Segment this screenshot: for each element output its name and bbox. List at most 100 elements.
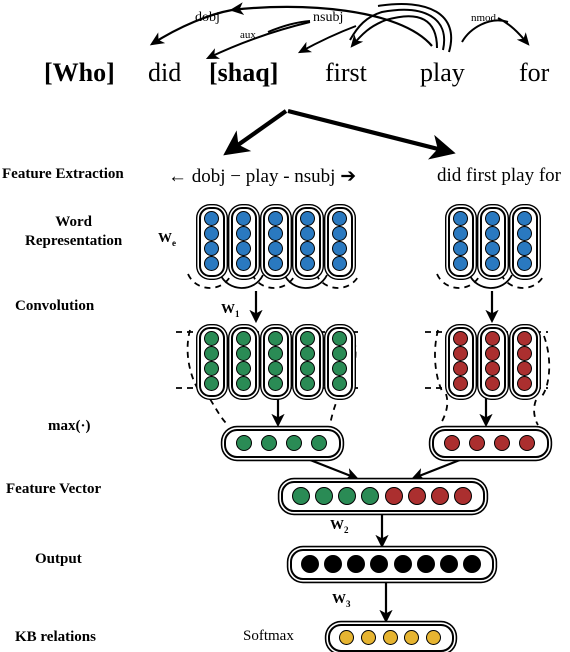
conv-column-right-1 — [480, 327, 506, 397]
neuron-cell — [235, 361, 251, 376]
neuron-cell — [484, 226, 500, 241]
neuron-cell — [338, 486, 357, 505]
weight-sub-1: 1 — [235, 308, 240, 319]
neuron-cell — [452, 361, 468, 376]
neuron-cell — [331, 241, 347, 256]
neuron-cell — [404, 629, 420, 645]
arc-label-dobj: dobj — [195, 10, 220, 25]
conv-arrows — [249, 291, 499, 324]
neuron-cell — [299, 376, 315, 391]
weight-sub-2: 2 — [344, 524, 349, 535]
neuron-cell — [235, 211, 251, 226]
neuron-cell — [452, 256, 468, 271]
neuron-cell — [331, 226, 347, 241]
neuron-cell — [267, 346, 283, 361]
neuron-cell — [431, 486, 450, 505]
neuron-cell — [452, 331, 468, 346]
neuron-cell — [384, 486, 403, 505]
neuron-cell — [267, 376, 283, 391]
neuron-cell — [203, 376, 219, 391]
row-label-feature-extraction: Feature Extraction — [2, 166, 124, 182]
arc-label-nmod: nmod — [471, 12, 497, 24]
neuron-cell — [267, 226, 283, 241]
neuron-cell — [339, 629, 355, 645]
row-label-feature-vector: Feature Vector — [6, 481, 102, 497]
neuron-cell — [299, 346, 315, 361]
maxpool-vector-right — [432, 429, 549, 458]
neuron-cell — [323, 554, 342, 573]
weight-label-w3: W3 — [332, 592, 351, 609]
neuron-cell — [370, 554, 389, 573]
figure-canvas: [Who] did [shaq] first play for dobj aux… — [0, 0, 570, 652]
row-label-output: Output — [35, 551, 82, 567]
concat-arrows — [299, 454, 471, 481]
neuron-cell — [463, 554, 482, 573]
neuron-cell — [291, 486, 310, 505]
neuron-cell — [469, 434, 486, 451]
row-label-word-representation: Word Representation — [25, 213, 122, 251]
neuron-cell — [299, 211, 315, 226]
maxpool-arrows — [271, 395, 493, 428]
weight-label-w2: W2 — [330, 518, 349, 535]
feature-vector — [281, 481, 485, 512]
word-rep-column-left-1 — [231, 207, 257, 277]
neuron-cell — [484, 211, 500, 226]
neuron-cell — [516, 241, 532, 256]
neuron-cell — [516, 211, 532, 226]
conv-column-left-3 — [295, 327, 321, 397]
conv-column-left-4 — [327, 327, 353, 397]
neuron-cell — [516, 361, 532, 376]
neuron-cell — [299, 361, 315, 376]
arc-label-nsubj: nsubj — [313, 10, 344, 25]
neuron-cell — [516, 376, 532, 391]
neuron-cell — [331, 376, 347, 391]
neuron-cell — [299, 331, 315, 346]
neuron-cell — [203, 346, 219, 361]
conv-column-left-2 — [263, 327, 289, 397]
neuron-cell — [203, 211, 219, 226]
neuron-cell — [484, 361, 500, 376]
word-rep-column-left-3 — [295, 207, 321, 277]
neuron-cell — [393, 554, 412, 573]
neuron-cell — [516, 331, 532, 346]
neuron-cell — [444, 434, 461, 451]
neuron-cell — [361, 486, 380, 505]
kb-relations-vector — [328, 624, 454, 652]
neuron-cell — [425, 629, 441, 645]
sentence-token-did: did — [148, 58, 182, 87]
neuron-cell — [416, 554, 435, 573]
sentence-token-play: play — [420, 58, 465, 87]
conv-column-right-0 — [448, 327, 474, 397]
neuron-cell — [300, 554, 319, 573]
neuron-cell — [267, 361, 283, 376]
neuron-cell — [516, 346, 532, 361]
row-label-word-representation-line1: Word — [55, 214, 92, 230]
neuron-cell — [203, 256, 219, 271]
maxpool-vector-left — [224, 429, 341, 458]
neuron-cell — [267, 241, 283, 256]
weight-label-we: We — [158, 231, 176, 248]
neuron-cell — [484, 376, 500, 391]
neuron-cell — [235, 241, 251, 256]
weight-sub-e: e — [172, 237, 176, 248]
neuron-cell — [331, 331, 347, 346]
arc-label-aux: aux — [240, 29, 256, 41]
conv-column-left-0 — [199, 327, 225, 397]
neuron-cell — [203, 226, 219, 241]
feature-extraction-right-path: did first play for — [437, 165, 562, 186]
neuron-cell — [518, 434, 535, 451]
row-label-kb-relations: KB relations — [15, 629, 96, 645]
row-label-max: max(·) — [48, 418, 91, 434]
sentence-token-first: first — [325, 58, 367, 87]
neuron-cell — [452, 376, 468, 391]
word-rep-column-right-1 — [480, 207, 506, 277]
neuron-cell — [331, 346, 347, 361]
sentence-token-shaq: [shaq] — [209, 58, 279, 87]
weight-label-w1: W1 — [221, 302, 240, 319]
neuron-cell — [452, 241, 468, 256]
neuron-cell — [331, 256, 347, 271]
word-rep-column-right-2 — [512, 207, 538, 277]
word-rep-column-left-0 — [199, 207, 225, 277]
neuron-cell — [452, 346, 468, 361]
neuron-cell — [484, 346, 500, 361]
